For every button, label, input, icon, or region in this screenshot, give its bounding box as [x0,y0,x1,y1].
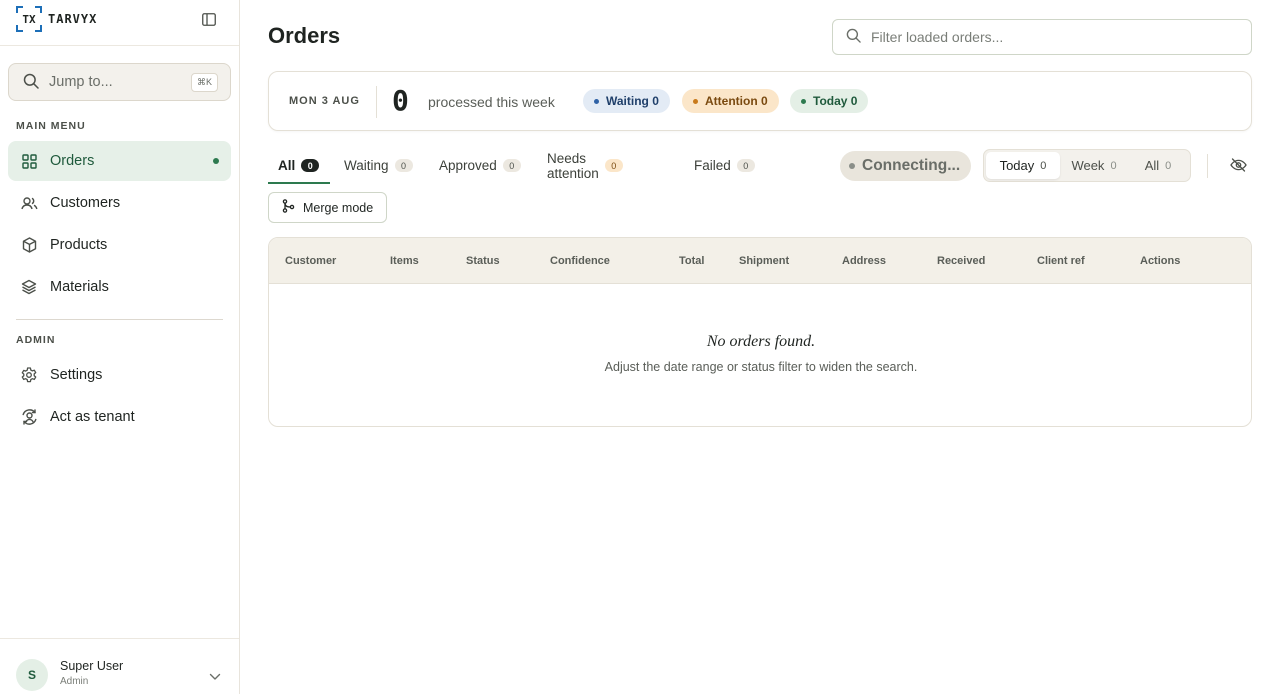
sidebar-item-products[interactable]: Products [8,225,231,265]
weekly-summary-card: MON 3 AUG 0 processed this week Waiting … [268,71,1252,131]
sidebar-divider [0,45,239,46]
connection-status-label: Connecting... [862,157,961,174]
search-icon [846,28,861,46]
user-menu[interactable]: S Super User Admin [0,638,239,694]
brand-logo[interactable]: TX TARVYX [16,6,97,32]
range-all-button[interactable]: All 0 [1128,152,1188,179]
status-dot [849,163,855,169]
column-header[interactable]: Address [842,255,886,267]
processed-label: processed this week [428,94,555,110]
sidebar-item-label: Settings [50,367,103,383]
waiting-pill[interactable]: Waiting 0 [583,89,670,113]
processed-count: 0 [392,84,409,117]
gear-icon [20,366,38,384]
sidebar-item-materials[interactable]: Materials [8,267,231,307]
tab-count: 0 [502,159,521,172]
eye-off-icon[interactable] [1229,157,1247,173]
column-header[interactable]: Total [679,255,704,267]
main-menu-label: MAIN MENU [16,120,86,132]
merge-mode-button[interactable]: Merge mode [268,192,387,223]
page-title: Orders [268,23,341,48]
range-count: 0 [1165,159,1172,172]
pill-label: Attention 0 [705,94,768,108]
avatar: S [16,659,48,691]
range-count: 0 [1040,159,1047,172]
column-header[interactable]: Client ref [1037,255,1085,267]
summary-date: MON 3 AUG [289,95,360,107]
sidebar-item-settings[interactable]: Settings [8,355,231,395]
chevron-down-icon [209,668,221,684]
table-header: Customer Items Status Confidence Total S… [269,238,1251,284]
active-indicator [213,158,219,164]
active-tab-indicator [268,182,330,184]
pill-label: Today 0 [813,94,858,108]
tab-count: 0 [736,159,755,172]
sidebar-item-label: Customers [50,195,121,211]
jump-to-label: Jump to... [49,74,113,90]
column-header[interactable]: Items [390,255,419,267]
sidebar-item-orders[interactable]: Orders [8,141,231,181]
date-range-toggle: Today 0 Week 0 All 0 [983,149,1191,182]
status-dot [801,98,806,104]
tab-waiting[interactable]: Waiting 0 [344,148,413,183]
column-header[interactable]: Customer [285,255,336,267]
filter-orders-field[interactable] [832,19,1252,55]
tab-count: 0 [301,159,320,172]
jump-to-search[interactable]: Jump to... ⌘K [8,63,231,101]
filter-orders-input[interactable] [871,29,1231,45]
search-icon [23,73,39,92]
tab-needs-attention[interactable]: Needs attention 0 [547,148,623,183]
sidebar-item-label: Materials [50,279,109,295]
range-week-button[interactable]: Week 0 [1062,152,1126,179]
orders-table: Customer Items Status Confidence Total S… [268,237,1252,427]
git-merge-icon [282,199,295,216]
column-header[interactable]: Confidence [550,255,610,267]
grid-icon [20,152,38,170]
empty-state-title: No orders found. [706,333,816,350]
empty-state-subtitle: Adjust the date range or status filter t… [604,360,918,374]
column-header[interactable]: Shipment [739,255,789,267]
sidebar-item-label: Products [50,237,108,253]
logo-mark-icon: TX [16,6,42,32]
sidebar-item-customers[interactable]: Customers [8,183,231,223]
column-header[interactable]: Actions [1140,255,1180,267]
user-name: Super User [60,659,124,673]
today-pill[interactable]: Today 0 [790,89,869,113]
attention-pill[interactable]: Attention 0 [682,89,779,113]
pill-label: Waiting 0 [606,94,659,108]
brand-name: TARVYX [48,12,98,26]
layers-icon [20,278,38,296]
tab-approved[interactable]: Approved 0 [439,148,521,183]
merge-mode-label: Merge mode [303,200,374,215]
summary-divider [376,86,377,118]
sidebar-divider [16,319,223,320]
user-switch-icon [20,408,38,426]
user-role: Admin [60,676,89,687]
sidebar-item-act-as-tenant[interactable]: Act as tenant [8,397,231,437]
toolbar-divider [1207,154,1208,178]
status-dot [594,98,599,104]
shortcut-badge: ⌘K [190,73,218,92]
tab-count: 0 [604,159,623,172]
admin-label: ADMIN [16,334,56,346]
status-dot [693,98,698,104]
box-icon [20,236,38,254]
users-icon [20,194,38,212]
tab-all[interactable]: All 0 [278,148,320,183]
column-header[interactable]: Received [937,255,985,267]
connection-status-badge: Connecting... [840,151,971,181]
range-count: 0 [1110,159,1117,172]
range-today-button[interactable]: Today 0 [986,152,1060,179]
tab-count: 0 [394,159,413,172]
sidebar-item-label: Act as tenant [50,409,135,425]
tab-failed[interactable]: Failed 0 [694,148,755,183]
sidebar-item-label: Orders [50,153,95,169]
sidebar-collapse-icon[interactable] [201,11,217,27]
sidebar: TX TARVYX Jump to... ⌘K MAIN MENU Orders… [0,0,240,694]
column-header[interactable]: Status [466,255,500,267]
